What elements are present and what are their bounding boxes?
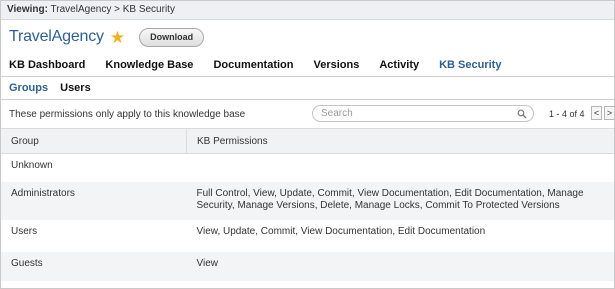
download-button[interactable]: Download (139, 27, 205, 47)
pager-count: 1 - 4 of 4 (549, 109, 585, 119)
nav-activity[interactable]: Activity (379, 59, 419, 71)
column-header-group[interactable]: Group (1, 128, 187, 154)
column-header-permissions[interactable]: KB Permissions (186, 128, 614, 154)
table-header-row: Group KB Permissions (1, 128, 614, 154)
permissions-cell: View (186, 252, 614, 281)
sub-nav: Groups Users (1, 77, 614, 100)
nav-versions[interactable]: Versions (314, 59, 360, 71)
tab-groups[interactable]: Groups (9, 82, 48, 94)
nav-kb-security[interactable]: KB Security (439, 59, 501, 71)
permissions-cell: Full Control, View, Update, Commit, View… (186, 182, 614, 220)
star-icon[interactable]: ★ (110, 29, 125, 46)
table-row[interactable]: Users View, Update, Commit, View Documen… (1, 220, 614, 252)
permissions-cell (186, 153, 614, 182)
nav-documentation[interactable]: Documentation (213, 59, 293, 71)
tab-users[interactable]: Users (60, 82, 91, 94)
search-input[interactable] (313, 107, 513, 120)
next-page-button[interactable]: > (604, 106, 614, 120)
page-title: TravelAgency (9, 28, 104, 45)
search-box (312, 105, 534, 122)
main-nav: KB Dashboard Knowledge Base Documentatio… (1, 54, 614, 77)
viewing-path: TravelAgency > KB Security (50, 4, 175, 15)
group-cell: Unknown (1, 153, 187, 182)
permissions-table: Group KB Permissions Unknown Administrat… (1, 128, 614, 281)
permissions-cell: View, Update, Commit, View Documentation… (186, 220, 614, 252)
prev-page-button[interactable]: < (591, 106, 602, 120)
group-cell: Users (1, 220, 187, 252)
app-frame: Viewing: TravelAgency > KB Security Trav… (0, 0, 615, 289)
nav-kb-dashboard[interactable]: KB Dashboard (9, 59, 85, 71)
table-row[interactable]: Administrators Full Control, View, Updat… (1, 182, 614, 220)
nav-knowledge-base[interactable]: Knowledge Base (105, 59, 193, 71)
title-row: TravelAgency ★ Download (1, 20, 614, 54)
viewing-label: Viewing: (7, 4, 48, 15)
toolbar: These permissions only apply to this kno… (1, 100, 614, 128)
table-row[interactable]: Guests View (1, 252, 614, 281)
group-cell: Administrators (1, 182, 187, 220)
group-cell: Guests (1, 252, 187, 281)
search-icon[interactable] (517, 109, 527, 119)
permissions-note: These permissions only apply to this kno… (9, 108, 246, 120)
table-row[interactable]: Unknown (1, 153, 614, 182)
viewing-breadcrumb: Viewing: TravelAgency > KB Security (1, 1, 614, 20)
